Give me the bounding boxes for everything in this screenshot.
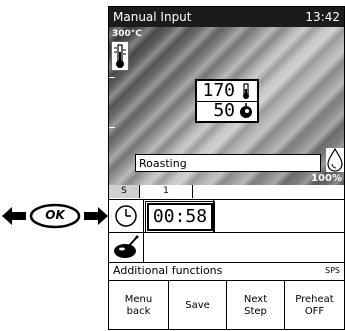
humidity-percent: 100% xyxy=(311,173,342,184)
cook-time-value[interactable]: 00:58 xyxy=(145,201,215,233)
preheat-button[interactable]: Preheat OFF xyxy=(285,281,344,329)
program-name[interactable]: Roasting xyxy=(135,154,321,172)
arrow-left-icon[interactable] xyxy=(2,207,26,225)
clock-time: 13:42 xyxy=(305,10,340,24)
scale-tick xyxy=(109,77,115,78)
core-value: 50 xyxy=(213,100,235,121)
oven-display: Manual Input 13:42 300°C 170 50 Roasting… xyxy=(108,6,345,330)
divider xyxy=(143,232,144,262)
steam-drop-icon xyxy=(326,147,344,172)
next-step-button[interactable]: Next Step xyxy=(227,281,285,329)
arrow-right-icon[interactable] xyxy=(84,207,108,225)
ok-button-label: OK xyxy=(45,208,65,222)
core-temp-row[interactable]: 50 xyxy=(197,101,257,121)
cavity-view: 300°C 170 50 Roasting 100% xyxy=(109,27,344,185)
tab-step-1[interactable]: 1 xyxy=(140,185,193,198)
thermometer-icon xyxy=(111,41,129,71)
timer-row: 00:58 xyxy=(109,200,344,233)
core-probe-row xyxy=(109,232,344,263)
setpoint-readout[interactable]: 170 50 xyxy=(195,79,259,123)
core-probe-roast-icon xyxy=(111,235,141,259)
divider xyxy=(213,200,214,232)
sps-indicator: SPS xyxy=(325,266,340,275)
core-probe-icon xyxy=(239,103,253,119)
save-button[interactable]: Save xyxy=(169,281,227,329)
menu-back-button[interactable]: Menu back xyxy=(109,281,169,329)
additional-functions-label: Additional functions xyxy=(113,264,223,277)
scale-tick xyxy=(109,127,115,128)
tab-step-s[interactable]: S xyxy=(109,185,140,198)
additional-functions-row[interactable]: Additional functions SPS xyxy=(109,263,344,279)
temperature-row[interactable]: 170 xyxy=(197,81,257,102)
clock-icon xyxy=(111,203,141,229)
thermometer-small-icon xyxy=(239,83,253,99)
step-tabs: S 1 xyxy=(109,185,344,200)
temp-scale-max: 300°C xyxy=(112,29,142,39)
divider xyxy=(143,200,144,232)
softkey-bar: Menu back Save Next Step Preheat OFF xyxy=(109,280,344,329)
temperature-value: 170 xyxy=(202,80,235,101)
mode-title: Manual Input xyxy=(113,10,192,24)
ok-navigation: OK xyxy=(2,203,108,229)
title-bar: Manual Input 13:42 xyxy=(109,7,344,27)
